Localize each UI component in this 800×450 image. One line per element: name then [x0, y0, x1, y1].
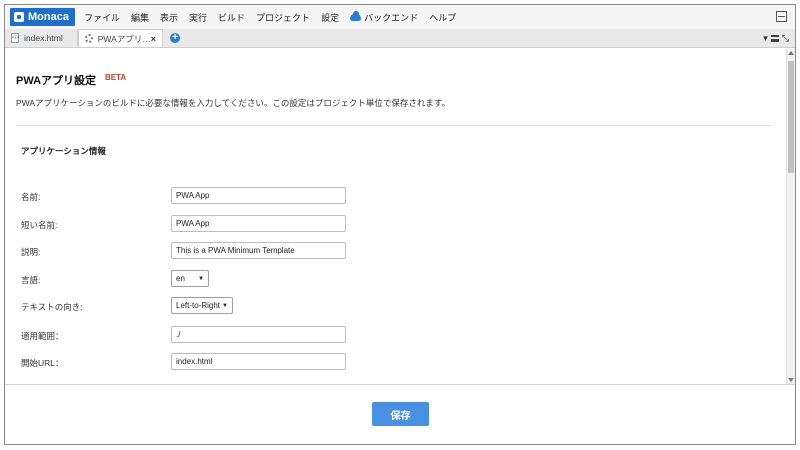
- scope-input[interactable]: [171, 326, 346, 343]
- tab-bar: </> index.html PWAアプリ… × + ▾ ⤡: [5, 29, 795, 48]
- close-icon[interactable]: ×: [151, 34, 156, 44]
- scroll-up-icon[interactable]: [788, 51, 794, 55]
- cloud-icon: [350, 10, 362, 21]
- add-tab-icon[interactable]: +: [170, 33, 180, 43]
- select-arrow-icon: ▼: [198, 275, 204, 282]
- name-label: 名前:: [21, 192, 41, 202]
- language-select[interactable]: en ▼: [171, 270, 209, 287]
- menu-help[interactable]: ヘルプ: [429, 11, 456, 24]
- tab-pwa-settings[interactable]: PWAアプリ… ×: [78, 29, 163, 47]
- page-description: PWAアプリケーションのビルドに必要な情報を入力してください。この設定はプロジェ…: [16, 98, 451, 108]
- menu-backend[interactable]: バックエンド: [350, 10, 419, 24]
- scroll-thumb[interactable]: [788, 61, 794, 173]
- tab-tools: ▾ ⤡: [763, 33, 789, 44]
- text-direction-label: テキストの向き:: [21, 302, 83, 312]
- menu-bar: Monaca ファイル 編集 表示 実行 ビルド プロジェクト 設定 バックエン…: [5, 5, 795, 29]
- vertical-scrollbar[interactable]: [786, 49, 795, 384]
- tab-label: index.html: [24, 33, 63, 43]
- menu-build[interactable]: ビルド: [218, 11, 245, 24]
- menu-project[interactable]: プロジェクト: [256, 11, 310, 24]
- divider: [16, 125, 771, 126]
- tab-label: PWAアプリ…: [97, 33, 151, 44]
- window-layout-icon[interactable]: [776, 11, 787, 22]
- logo-text: Monaca: [28, 11, 69, 23]
- text-direction-value: Left-to-Right: [176, 301, 221, 310]
- start-url-input[interactable]: [171, 353, 346, 370]
- menu-backend-label: バックエンド: [364, 12, 419, 23]
- ide-window: Monaca ファイル 編集 表示 実行 ビルド プロジェクト 設定 バックエン…: [4, 4, 796, 445]
- tab-index-html[interactable]: </> index.html: [5, 29, 78, 47]
- menu-view[interactable]: 表示: [160, 11, 178, 24]
- gear-icon: [85, 34, 93, 43]
- select-arrow-icon: ▼: [222, 302, 228, 309]
- menu-file[interactable]: ファイル: [84, 11, 120, 24]
- language-label: 言語:: [21, 275, 41, 285]
- menu-settings[interactable]: 設定: [321, 11, 339, 24]
- beta-badge: BETA: [105, 73, 127, 82]
- monaca-logo[interactable]: Monaca: [10, 8, 75, 26]
- page-title: PWAアプリ設定: [16, 75, 97, 87]
- dropdown-arrow-icon[interactable]: ▾: [763, 33, 768, 44]
- settings-panel: PWAアプリ設定 BETA PWAアプリケーションのビルドに必要な情報を入力して…: [5, 49, 786, 384]
- html-file-icon: </>: [11, 33, 20, 43]
- language-value: en: [176, 274, 185, 283]
- description-label: 説明:: [21, 247, 41, 257]
- scope-label: 適用範囲：: [21, 331, 64, 341]
- maximize-icon[interactable]: ⤡: [782, 33, 789, 44]
- monaca-logo-icon: [14, 12, 24, 22]
- name-input[interactable]: [171, 187, 346, 204]
- tab-list-icon[interactable]: [770, 35, 779, 42]
- text-direction-select[interactable]: Left-to-Right ▼: [171, 297, 233, 314]
- description-input[interactable]: [171, 242, 346, 259]
- save-button[interactable]: 保存: [372, 402, 429, 426]
- menu-edit[interactable]: 編集: [131, 11, 149, 24]
- menu-run[interactable]: 実行: [189, 11, 207, 24]
- short-name-input[interactable]: [171, 215, 346, 232]
- start-url-label: 開始URL：: [21, 358, 64, 368]
- footer-bar: 保存: [5, 384, 795, 444]
- scroll-down-icon[interactable]: [788, 378, 794, 382]
- section-title: アプリケーション情報: [21, 146, 106, 156]
- short-name-label: 短い名前:: [21, 220, 58, 230]
